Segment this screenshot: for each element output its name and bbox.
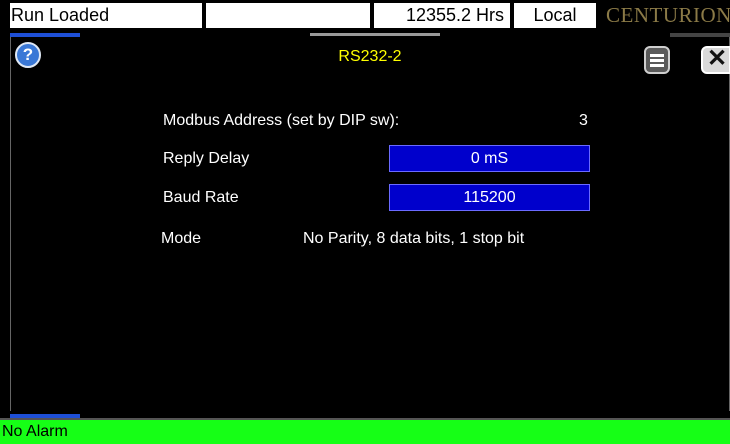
run-hours: 12355.2 Hrs: [374, 3, 510, 28]
reply-delay-field[interactable]: 0 mS: [389, 145, 590, 172]
control-mode: Local: [514, 3, 596, 28]
top-status-bar: Run Loaded 12355.2 Hrs Local CENTURION: [0, 0, 730, 33]
reply-delay-label: Reply Delay: [163, 150, 250, 167]
baud-rate-label: Baud Rate: [163, 189, 239, 206]
mode-label: Mode: [161, 230, 202, 247]
baud-rate-field[interactable]: 115200: [389, 184, 590, 211]
modbus-address-label: Modbus Address (set by DIP sw):: [163, 112, 400, 129]
menu-icon[interactable]: [644, 46, 670, 74]
status-blank-cell: [206, 3, 370, 28]
page-title: RS232-2: [338, 48, 402, 65]
top-divider: [310, 33, 440, 36]
rs232-settings-panel: ? RS232-2 ✕ Modbus Address (set by DIP s…: [10, 37, 730, 411]
menu-icon-line: [650, 64, 664, 67]
menu-icon-line: [650, 59, 664, 62]
close-icon[interactable]: ✕: [701, 46, 730, 74]
brand-logo: CENTURION: [600, 3, 730, 28]
run-status: Run Loaded: [10, 3, 202, 28]
alarm-status-bar[interactable]: No Alarm: [0, 420, 730, 444]
mode-value: No Parity, 8 data bits, 1 stop bit: [303, 230, 525, 247]
modbus-address-value: 3: [579, 112, 588, 129]
menu-icon-line: [650, 54, 664, 57]
